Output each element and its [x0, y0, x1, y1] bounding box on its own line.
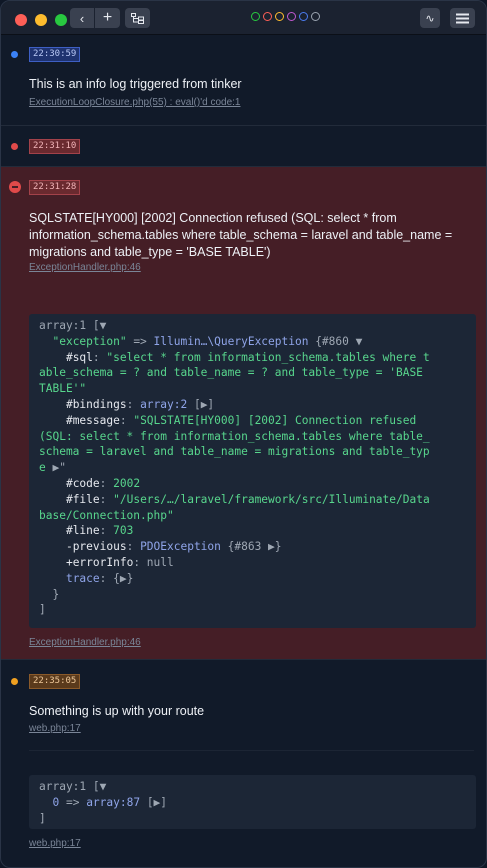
color-filter-purple[interactable]	[287, 12, 296, 21]
dump-line: }	[52, 587, 60, 601]
log-entry-error: 22:31:28 SQLSTATE[HY000] [2002] Connecti…	[1, 167, 486, 660]
timestamp-badge: 22:31:10	[29, 139, 81, 154]
minimize-window-button[interactable]	[35, 14, 47, 26]
dump-line: ]	[39, 811, 46, 825]
add-button[interactable]: +	[95, 8, 120, 28]
color-filter-red[interactable]	[263, 12, 272, 21]
plus-icon: +	[102, 9, 113, 26]
chevron-left-icon: ‹	[79, 10, 85, 26]
entry-bullet	[11, 678, 18, 685]
dump-line: schema = laravel and table_name = migrat…	[39, 445, 430, 459]
dump-line: (SQL: select * from information_schema.t…	[39, 429, 430, 443]
close-window-button[interactable]	[15, 14, 27, 26]
dump-line: #line: 703	[65, 524, 134, 538]
dump-line: able_schema = ? and table_name = ? and t…	[39, 366, 423, 380]
color-filter-orange[interactable]	[275, 12, 284, 21]
error-icon	[9, 181, 21, 193]
timestamp-badge: 22:35:05	[29, 674, 81, 689]
source-link[interactable]: ExceptionHandler.php:46	[29, 637, 141, 648]
source-link[interactable]: ExceptionHandler.php:46	[29, 262, 141, 273]
timestamp-badge: 22:31:28	[29, 180, 81, 195]
color-filter-gray[interactable]	[311, 12, 320, 21]
dump-line: 0 => array:87 [▶]	[52, 795, 168, 809]
source-link[interactable]: web.php:17	[29, 723, 81, 734]
dump-line: #file: "/Users/…/laravel/framework/src/I…	[65, 492, 430, 506]
dump-line: #message: "SQLSTATE[HY000] [2002] Connec…	[65, 413, 417, 427]
entry-bullet	[11, 51, 18, 58]
dump-line: base/Connection.php"	[39, 508, 174, 522]
ray-window: ‹ + ∿ 22:30:59 This is an info log trigg…	[0, 0, 487, 868]
timestamp-badge: 22:30:59	[29, 47, 81, 62]
list-icon	[456, 13, 469, 23]
dump-line: #sql: "select * from information_schema.…	[65, 350, 430, 364]
wave-button[interactable]: ∿	[420, 8, 440, 28]
color-filter-dots	[251, 12, 320, 21]
message-line: migrations and table_type = 'BASE TABLE'…	[29, 245, 271, 259]
source-link[interactable]: web.php:17	[29, 838, 81, 849]
dump-line: -previous: PDOException {#863 ▶}	[65, 540, 282, 554]
log-message: Something is up with your route	[29, 704, 205, 718]
menu-button[interactable]	[450, 8, 475, 28]
log-entry-query: 22:31:10	[1, 126, 486, 167]
dump-line: e ▶"	[39, 461, 66, 475]
message-line: information_schema.tables where table_sc…	[29, 228, 453, 242]
log-message: This is an info log triggered from tinke…	[29, 77, 242, 91]
dump-line: "exception" => Illumin…\QueryException {…	[52, 334, 363, 348]
wave-icon: ∿	[425, 12, 435, 25]
dump-line: TABLE'"	[39, 382, 87, 396]
source-link[interactable]: ExecutionLoopClosure.php(55) : eval()'d …	[29, 97, 240, 108]
zoom-window-button[interactable]	[55, 14, 67, 26]
tree-view-button[interactable]	[125, 8, 150, 28]
log-list: 22:30:59 This is an info log triggered f…	[1, 35, 486, 867]
dump-line: array:1 [▼	[39, 319, 107, 332]
tree-icon	[131, 12, 144, 24]
divider	[29, 750, 474, 751]
dump-line: #code: 2002	[65, 476, 141, 490]
back-button[interactable]: ‹	[70, 8, 94, 28]
dump-line: trace: {▶}	[65, 571, 134, 585]
variable-dump[interactable]: array:1 [▼ "exception" => Illumin…\Query…	[29, 314, 476, 628]
log-message: SQLSTATE[HY000] [2002] Connection refuse…	[29, 210, 469, 261]
dump-line: ]	[39, 603, 46, 617]
color-filter-green[interactable]	[251, 12, 260, 21]
message-line: SQLSTATE[HY000] [2002] Connection refuse…	[29, 211, 397, 225]
color-filter-blue[interactable]	[299, 12, 308, 21]
dump-line: #bindings: array:2 [▶]	[65, 397, 215, 411]
log-entry-warning: 22:35:05 Something is up with your route…	[1, 660, 486, 867]
dump-line: array:1 [▼	[39, 780, 107, 793]
variable-dump[interactable]: array:1 [▼ 0 => array:87 [▶]]	[29, 775, 476, 829]
titlebar: ‹ + ∿	[1, 1, 486, 35]
log-entry-info: 22:30:59 This is an info log triggered f…	[1, 35, 486, 126]
dump-line: +errorInfo: null	[65, 555, 174, 569]
entry-bullet	[11, 143, 18, 150]
